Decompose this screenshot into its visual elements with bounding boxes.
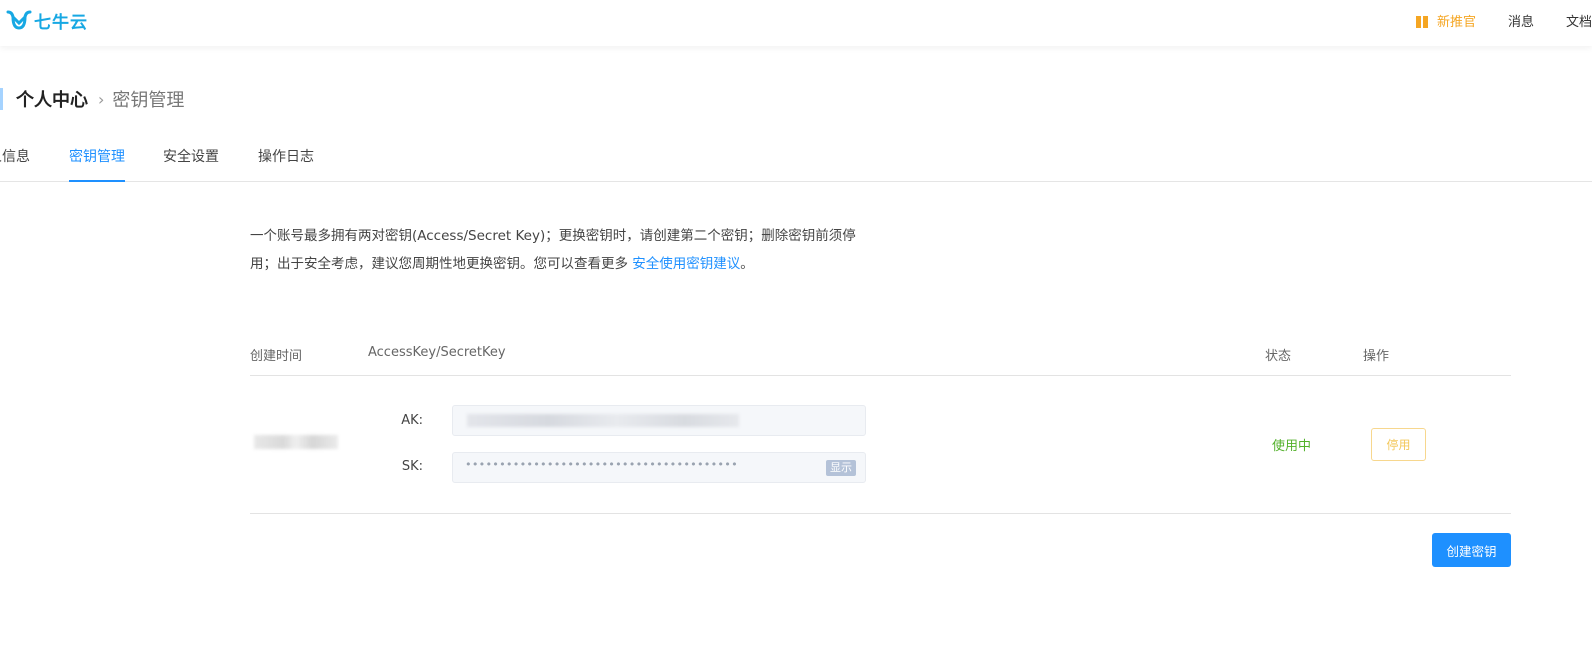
breadcrumb-accent-bar [0,88,3,110]
create-key-button[interactable]: 创建密钥 [1432,533,1511,567]
secret-key-masked: •••••••••••••••••••••••••••••••••••••••• [465,458,738,471]
tab-bar: 人信息 密钥管理 安全设置 操作日志 [0,140,1592,182]
chevron-right-icon: › [98,89,105,109]
column-created-time: 创建时间 [250,349,303,364]
tab-key-management[interactable]: 密钥管理 [69,146,125,182]
docs-link[interactable]: 文档 [1566,11,1592,30]
key-description: 一个账号最多拥有两对密钥(Access/Secret Key)；更换密钥时，请创… [250,222,870,278]
access-key-field[interactable] [452,405,866,436]
sk-label: SK: [401,459,423,474]
status-badge: 使用中 [1272,439,1312,454]
promo-label: 新推官 [1436,15,1476,30]
top-nav: 新推官 消息 文档 [1415,11,1592,30]
description-period: 。 [740,256,754,272]
tab-profile[interactable]: 人信息 [0,146,30,182]
secret-key-field[interactable]: ••••••••••••••••••••••••••••••••••••••••… [452,452,866,483]
gift-icon [1415,13,1428,28]
ak-label: AK: [401,413,423,428]
promo-link[interactable]: 新推官 [1415,11,1476,30]
description-line-1: 一个账号最多拥有两对密钥(Access/Secret Key)；更换密钥时，请创… [250,228,856,244]
qiniu-logo-icon [6,10,32,30]
table-row: AK: SK: ••••••••••••••••••••••••••••••••… [250,376,1511,514]
table-header: 创建时间 AccessKey/SecretKey 状态 操作 [250,345,1511,376]
security-advice-link[interactable]: 安全使用密钥建议 [632,256,740,272]
disable-key-button[interactable]: 停用 [1371,428,1426,461]
column-status: 状态 [1265,349,1292,364]
access-key-redacted [467,414,739,427]
column-actions: 操作 [1363,349,1390,364]
created-time-redacted [254,435,338,449]
logo[interactable]: 七牛云 [6,8,88,33]
messages-link[interactable]: 消息 [1508,11,1534,30]
description-line-2: 用；出于安全考虑，建议您周期性地更换密钥。您可以查看更多 安全使用密钥建议。 [250,250,870,278]
show-secret-button[interactable]: 显示 [826,460,856,476]
breadcrumb: 个人中心 › 密钥管理 [0,86,184,112]
breadcrumb-root[interactable]: 个人中心 [16,86,88,112]
tab-security-settings[interactable]: 安全设置 [163,146,219,182]
breadcrumb-current: 密钥管理 [112,90,185,111]
description-text: 用；出于安全考虑，建议您周期性地更换密钥。您可以查看更多 [250,256,633,272]
column-keys: AccessKey/SecretKey [368,345,506,360]
top-bar: 七牛云 新推官 消息 文档 [0,0,1592,46]
tab-operation-log[interactable]: 操作日志 [258,146,314,182]
logo-text: 七牛云 [34,12,88,33]
